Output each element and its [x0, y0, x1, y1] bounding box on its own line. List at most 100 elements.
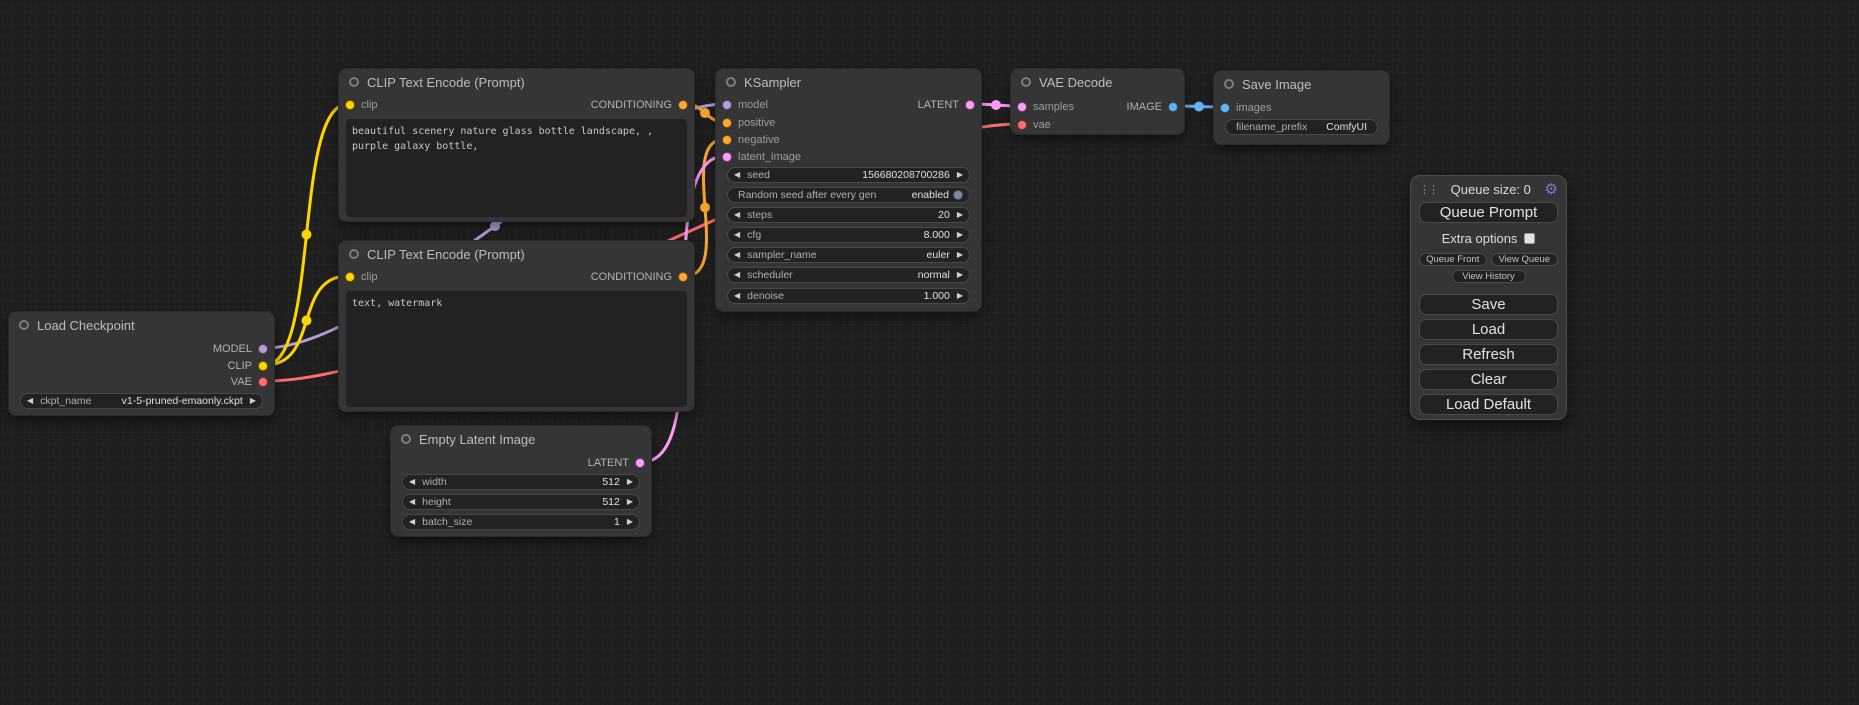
collapse-toggle-icon[interactable]	[349, 249, 359, 259]
conditioning-output-dot-icon[interactable]	[678, 100, 688, 110]
conditioning-output-dot-icon[interactable]	[678, 272, 688, 282]
decrement-arrow-icon[interactable]	[734, 211, 740, 219]
conditioning-input-dot-icon[interactable]	[722, 135, 732, 145]
save-button[interactable]: Save	[1419, 294, 1558, 315]
increment-arrow-icon[interactable]	[957, 231, 963, 239]
widget-scheduler[interactable]: scheduler normal	[727, 267, 970, 283]
node-empty-latent-image[interactable]: Empty Latent Image LATENT width 512 heig…	[390, 425, 652, 537]
image-output-dot-icon[interactable]	[1168, 102, 1178, 112]
latent-input-dot-icon[interactable]	[722, 152, 732, 162]
extra-options-checkbox[interactable]	[1524, 233, 1535, 244]
prev-value-arrow-icon[interactable]	[734, 271, 740, 279]
increment-arrow-icon[interactable]	[627, 498, 633, 506]
widget-filename-prefix[interactable]: filename_prefix ComfyUI	[1225, 119, 1378, 135]
load-default-button[interactable]: Load Default	[1419, 394, 1558, 415]
clear-button[interactable]: Clear	[1419, 369, 1558, 390]
node-load-checkpoint[interactable]: Load Checkpoint MODEL CLIP VAE ckpt_name…	[8, 311, 275, 416]
widget-random-seed[interactable]: Random seed after every gen enabled	[727, 187, 970, 203]
decrement-arrow-icon[interactable]	[409, 478, 415, 486]
input-slot-positive[interactable]: positive	[722, 115, 775, 131]
next-value-arrow-icon[interactable]	[957, 251, 963, 259]
output-slot-model[interactable]: MODEL	[213, 341, 268, 357]
latent-input-dot-icon[interactable]	[1017, 102, 1027, 112]
decrement-arrow-icon[interactable]	[409, 518, 415, 526]
input-slot-clip[interactable]: clip	[345, 97, 378, 113]
node-title-bar[interactable]: VAE Decode	[1011, 69, 1184, 95]
prev-value-arrow-icon[interactable]	[734, 251, 740, 259]
view-history-button[interactable]: View History	[1452, 270, 1526, 283]
vae-input-dot-icon[interactable]	[1017, 120, 1027, 130]
input-slot-images[interactable]: images	[1220, 100, 1271, 116]
toggle-knob-icon[interactable]	[953, 190, 963, 200]
decrement-arrow-icon[interactable]	[409, 498, 415, 506]
input-slot-negative[interactable]: negative	[722, 132, 780, 148]
output-slot-image[interactable]: IMAGE	[1127, 99, 1178, 115]
node-title-bar[interactable]: KSampler	[716, 69, 981, 95]
increment-arrow-icon[interactable]	[957, 171, 963, 179]
increment-arrow-icon[interactable]	[957, 292, 963, 300]
node-vae-decode[interactable]: VAE Decode samples vae IMAGE	[1010, 68, 1185, 135]
widget-sampler-name[interactable]: sampler_name euler	[727, 247, 970, 263]
conditioning-input-dot-icon[interactable]	[722, 118, 732, 128]
increment-arrow-icon[interactable]	[957, 211, 963, 219]
widget-steps[interactable]: steps 20	[727, 207, 970, 223]
prev-value-arrow-icon[interactable]	[27, 397, 33, 405]
widget-height[interactable]: height 512	[402, 494, 640, 510]
node-ksampler[interactable]: KSampler model positive negative latent_…	[715, 68, 982, 312]
output-slot-latent[interactable]: LATENT	[588, 455, 645, 471]
decrement-arrow-icon[interactable]	[734, 231, 740, 239]
input-slot-samples[interactable]: samples	[1017, 99, 1074, 115]
settings-gear-icon[interactable]	[1545, 182, 1558, 197]
output-slot-conditioning[interactable]: CONDITIONING	[591, 269, 688, 285]
increment-arrow-icon[interactable]	[627, 478, 633, 486]
output-slot-latent[interactable]: LATENT	[918, 97, 975, 113]
next-value-arrow-icon[interactable]	[957, 271, 963, 279]
collapse-toggle-icon[interactable]	[349, 77, 359, 87]
widget-cfg[interactable]: cfg 8.000	[727, 227, 970, 243]
next-value-arrow-icon[interactable]	[250, 397, 256, 405]
queue-front-button[interactable]: Queue Front	[1419, 253, 1487, 266]
drag-handle-icon[interactable]	[1419, 183, 1437, 196]
collapse-toggle-icon[interactable]	[1224, 79, 1234, 89]
image-input-dot-icon[interactable]	[1220, 103, 1230, 113]
decrement-arrow-icon[interactable]	[734, 171, 740, 179]
node-clip-text-encode-negative[interactable]: CLIP Text Encode (Prompt) clip CONDITION…	[338, 240, 695, 412]
output-slot-vae[interactable]: VAE	[231, 374, 268, 390]
latent-output-dot-icon[interactable]	[965, 100, 975, 110]
view-queue-button[interactable]: View Queue	[1491, 253, 1559, 266]
output-slot-clip[interactable]: CLIP	[228, 358, 268, 374]
refresh-button[interactable]: Refresh	[1419, 344, 1558, 365]
clip-input-dot-icon[interactable]	[345, 272, 355, 282]
widget-width[interactable]: width 512	[402, 474, 640, 490]
node-save-image[interactable]: Save Image images filename_prefix ComfyU…	[1213, 70, 1390, 145]
input-slot-latent-image[interactable]: latent_image	[722, 149, 801, 165]
graph-canvas[interactable]: Load Checkpoint MODEL CLIP VAE ckpt_name…	[0, 0, 1859, 705]
decrement-arrow-icon[interactable]	[734, 292, 740, 300]
node-title-bar[interactable]: Load Checkpoint	[9, 312, 274, 338]
model-output-dot-icon[interactable]	[258, 344, 268, 354]
node-title-bar[interactable]: CLIP Text Encode (Prompt)	[339, 241, 694, 267]
collapse-toggle-icon[interactable]	[19, 320, 29, 330]
model-input-dot-icon[interactable]	[722, 100, 732, 110]
input-slot-model[interactable]: model	[722, 97, 768, 113]
prompt-textarea[interactable]: text, watermark	[346, 291, 687, 407]
widget-ckpt-name[interactable]: ckpt_name v1-5-pruned-emaonly.ckpt	[20, 393, 263, 409]
queue-prompt-button[interactable]: Queue Prompt	[1419, 202, 1558, 223]
node-clip-text-encode-positive[interactable]: CLIP Text Encode (Prompt) clip CONDITION…	[338, 68, 695, 222]
collapse-toggle-icon[interactable]	[1021, 77, 1031, 87]
node-title-bar[interactable]: Save Image	[1214, 71, 1389, 97]
input-slot-vae[interactable]: vae	[1017, 117, 1051, 133]
latent-output-dot-icon[interactable]	[635, 458, 645, 468]
load-button[interactable]: Load	[1419, 319, 1558, 340]
increment-arrow-icon[interactable]	[627, 518, 633, 526]
widget-denoise[interactable]: denoise 1.000	[727, 288, 970, 304]
node-title-bar[interactable]: Empty Latent Image	[391, 426, 651, 452]
vae-output-dot-icon[interactable]	[258, 377, 268, 387]
input-slot-clip[interactable]: clip	[345, 269, 378, 285]
node-title-bar[interactable]: CLIP Text Encode (Prompt)	[339, 69, 694, 95]
collapse-toggle-icon[interactable]	[401, 434, 411, 444]
clip-output-dot-icon[interactable]	[258, 361, 268, 371]
prompt-textarea[interactable]: beautiful scenery nature glass bottle la…	[346, 119, 687, 217]
widget-seed[interactable]: seed 156680208700286	[727, 167, 970, 183]
widget-batch-size[interactable]: batch_size 1	[402, 514, 640, 530]
